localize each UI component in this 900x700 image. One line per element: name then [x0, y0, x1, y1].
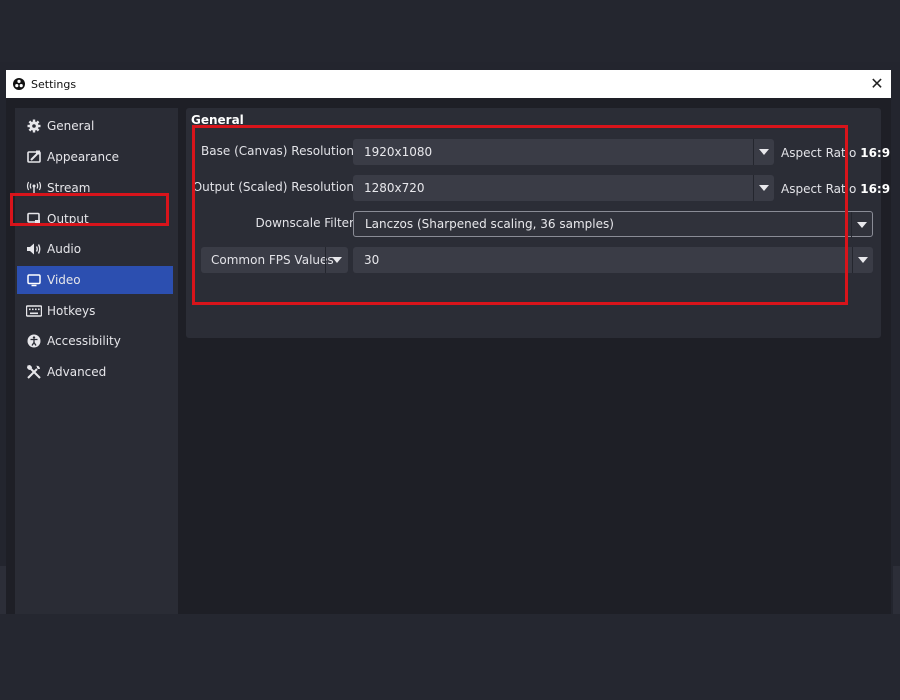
sidebar-item-audio[interactable]: Audio — [17, 235, 173, 263]
window-title: Settings — [31, 77, 77, 91]
keyboard-icon — [26, 303, 42, 319]
fps-type-dropdown[interactable]: Common FPS Values — [201, 247, 348, 273]
downscale-filter-label: Downscale Filter — [255, 216, 354, 230]
chevron-down-icon — [325, 247, 348, 273]
sidebar-item-accessibility[interactable]: Accessibility — [17, 327, 173, 355]
fps-value-combo[interactable]: 30 — [353, 247, 873, 273]
tools-icon — [26, 364, 42, 380]
downscale-filter-combo[interactable]: Lanczos (Sharpened scaling, 36 samples) — [353, 211, 873, 238]
aspect-ratio-label: Aspect Ratio — [781, 182, 857, 196]
aspect-ratio-value: 16:9 — [860, 146, 891, 160]
title-bar: Settings ✕ — [6, 70, 891, 98]
output-resolution-combo[interactable]: 1280x720 — [353, 175, 774, 201]
sidebar-item-label: Appearance — [47, 150, 120, 164]
settings-sidebar: General Appearance Stream Output Audio V… — [15, 108, 178, 614]
chevron-down-icon — [851, 212, 872, 238]
downscale-filter-value: Lanczos (Sharpened scaling, 36 samples) — [365, 217, 614, 231]
sidebar-item-label: Audio — [47, 242, 82, 256]
settings-window: Settings ✕ General Appearance Stream Out… — [6, 70, 891, 614]
close-button[interactable]: ✕ — [869, 76, 885, 92]
sidebar-highlight-outline — [10, 193, 169, 226]
aspect-ratio-label: Aspect Ratio — [781, 146, 857, 160]
sidebar-item-label: General — [47, 119, 95, 133]
sidebar-item-appearance[interactable]: Appearance — [17, 143, 173, 171]
sidebar-item-label: Accessibility — [47, 334, 121, 348]
background-bottom — [0, 614, 900, 700]
sidebar-item-label: Hotkeys — [47, 304, 96, 318]
section-title: General — [191, 113, 244, 127]
video-settings-panel: General Base (Canvas) Resolution 1920x10… — [186, 108, 890, 338]
monitor-icon — [26, 272, 42, 288]
background-top — [0, 0, 900, 62]
chevron-down-icon — [852, 247, 873, 273]
sidebar-item-general[interactable]: General — [17, 112, 173, 140]
sidebar-item-advanced[interactable]: Advanced — [17, 358, 173, 386]
base-resolution-value: 1920x1080 — [364, 145, 433, 159]
output-resolution-value: 1280x720 — [364, 181, 425, 195]
speaker-icon — [26, 241, 42, 257]
sidebar-item-label: Advanced — [47, 365, 107, 379]
chevron-down-icon — [753, 175, 774, 201]
fps-value: 30 — [364, 253, 380, 267]
sidebar-item-label: Video — [47, 273, 81, 287]
output-aspect-ratio: Aspect Ratio 16:9 — [781, 182, 890, 196]
aspect-ratio-value: 16:9 — [860, 182, 891, 196]
gear-icon — [26, 118, 42, 134]
base-aspect-ratio: Aspect Ratio 16:9 — [781, 146, 890, 160]
base-resolution-label: Base (Canvas) Resolution — [201, 144, 354, 158]
chevron-down-icon — [753, 139, 774, 165]
appearance-icon — [26, 149, 42, 165]
base-resolution-combo[interactable]: 1920x1080 — [353, 139, 774, 165]
background-edge-right — [893, 566, 900, 614]
sidebar-item-hotkeys[interactable]: Hotkeys — [17, 297, 173, 325]
obs-logo-icon — [13, 78, 25, 90]
output-resolution-label: Output (Scaled) Resolution — [192, 180, 354, 194]
accessibility-icon — [26, 333, 42, 349]
sidebar-item-video[interactable]: Video — [17, 266, 173, 294]
fps-type-label: Common FPS Values — [211, 253, 334, 267]
